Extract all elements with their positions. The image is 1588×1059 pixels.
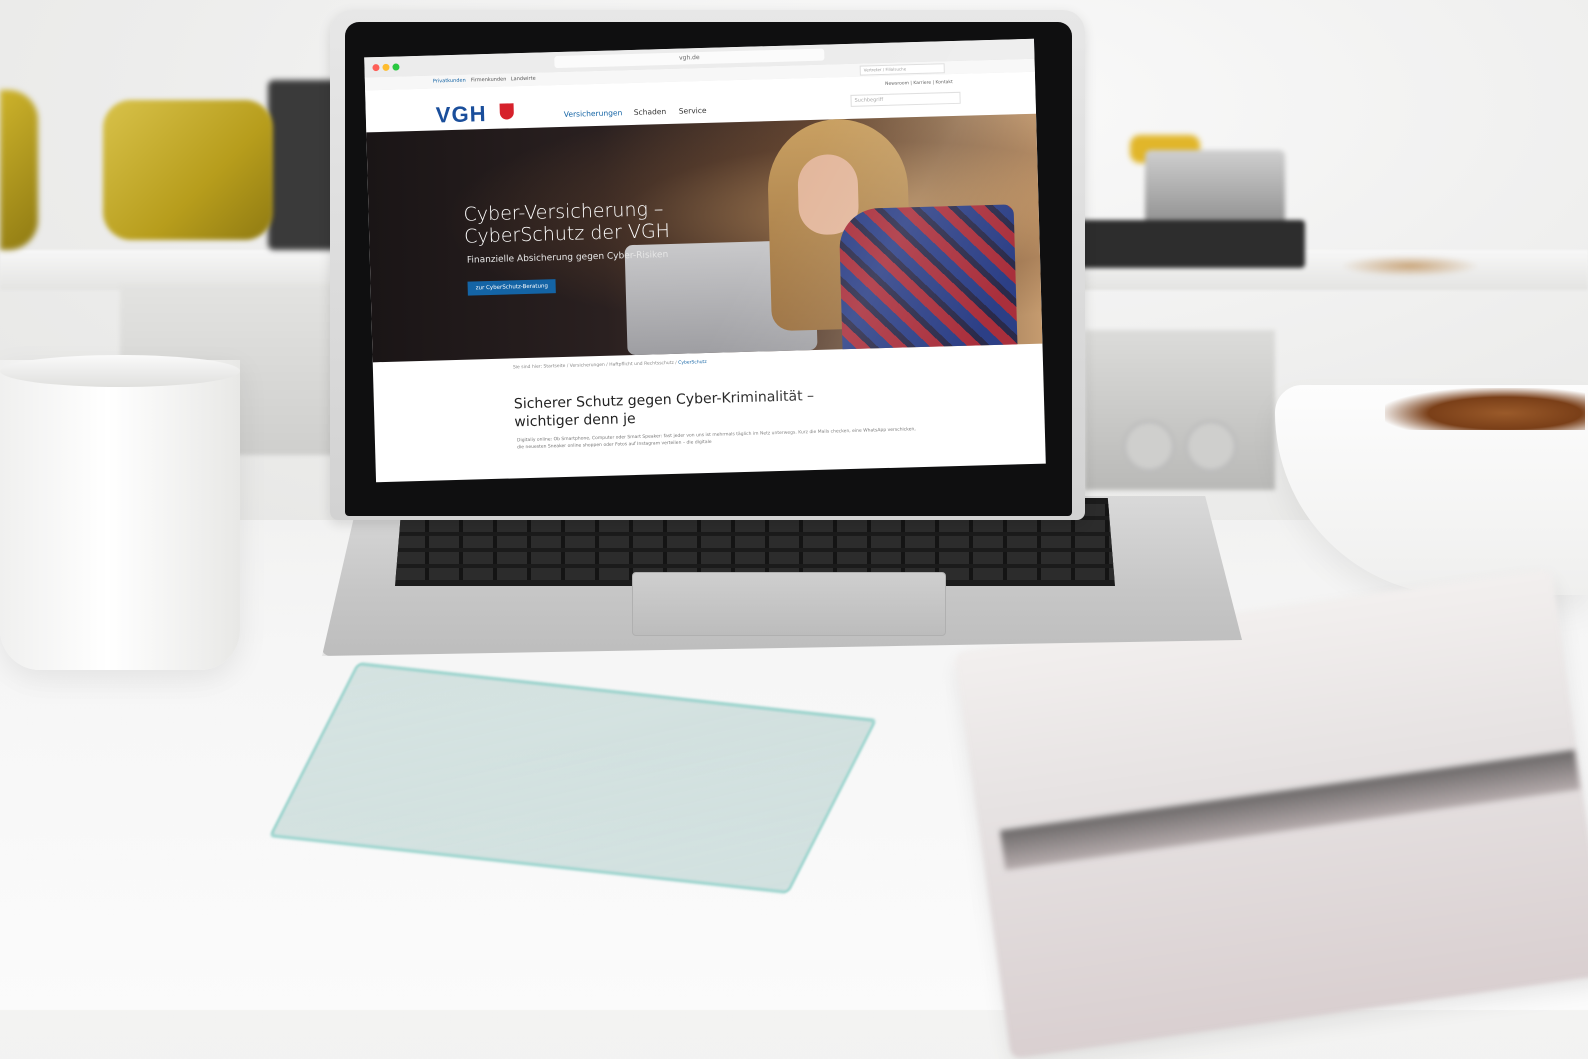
- hero-photo-shirt: [838, 204, 1018, 350]
- oven-knob: [1123, 420, 1175, 472]
- key-row: [395, 520, 1115, 532]
- cookies: [1340, 255, 1480, 277]
- cyberschutz-advice-button[interactable]: zur CyberSchutz-Beratung: [467, 279, 557, 296]
- site-search-input[interactable]: Suchbegriff: [850, 91, 961, 107]
- cup-rim: [0, 355, 240, 387]
- content-title: Sicherer Schutz gegen Cyber-Kriminalität…: [514, 387, 815, 431]
- yellow-kettle: [0, 90, 38, 250]
- stove-top: [1075, 220, 1305, 268]
- breadcrumb-trail[interactable]: Sie sind hier: Startseite / Versicherung…: [513, 361, 677, 371]
- white-cup: [0, 360, 240, 670]
- vgh-horse-shield-icon: [499, 103, 514, 120]
- tab-firmenkunden[interactable]: Firmenkunden: [471, 76, 507, 83]
- maximize-window-icon[interactable]: [392, 63, 400, 71]
- content-paragraph: Digitaliy online: Ob Smartphone, Compute…: [516, 427, 916, 451]
- cereal: [1385, 388, 1585, 430]
- trackpad: [632, 572, 946, 636]
- hero-title: Cyber-Versicherung – CyberSchutz der VGH: [463, 198, 670, 248]
- breadcrumb: Sie sind hier: Startseite / Versicherung…: [513, 360, 707, 370]
- breadcrumb-current: CyberSchutz: [678, 359, 707, 366]
- coffee-machine: [268, 80, 338, 250]
- minimize-window-icon[interactable]: [382, 63, 390, 71]
- tab-landwirte[interactable]: Landwirte: [511, 76, 536, 83]
- cooking-pot: [1145, 150, 1285, 230]
- yellow-toaster: [103, 100, 273, 240]
- nav-service[interactable]: Service: [679, 106, 707, 116]
- hero-title-line: CyberSchutz der VGH: [463, 219, 671, 248]
- hero-banner: Cyber-Versicherung – CyberSchutz der VGH…: [366, 113, 1043, 363]
- nav-versicherungen[interactable]: Versicherungen: [564, 108, 623, 119]
- glass-coaster: [268, 661, 878, 895]
- key-row: [395, 552, 1115, 564]
- nav-schaden[interactable]: Schaden: [634, 107, 667, 117]
- laptop-screen: vgh.de Privatkunden Firmenkunden Landwir…: [364, 38, 1046, 483]
- close-window-icon[interactable]: [372, 64, 380, 72]
- vgh-logo[interactable]: VGH: [435, 101, 486, 128]
- oven-knob: [1185, 420, 1237, 472]
- tab-privatkunden[interactable]: Privatkunden: [433, 78, 466, 85]
- oven: [1085, 330, 1275, 490]
- key-row: [395, 536, 1115, 548]
- meta-links[interactable]: Newsroom | Karriere | Kontakt: [885, 80, 953, 87]
